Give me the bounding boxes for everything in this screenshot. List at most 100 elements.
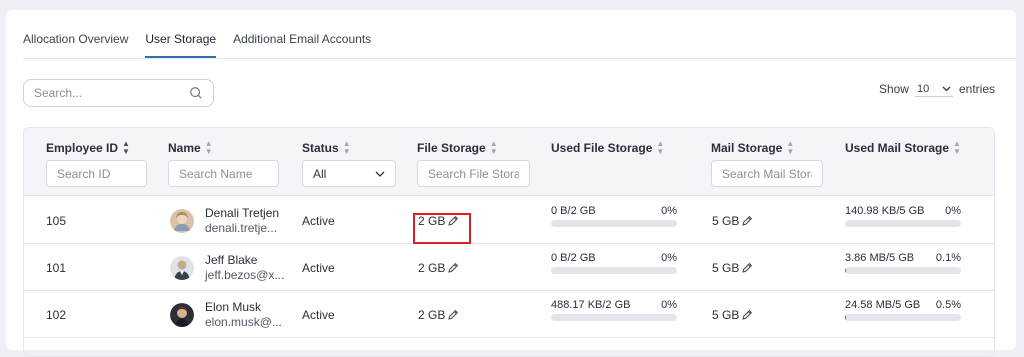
employee-name: Elon Musk (205, 300, 282, 315)
used-mail-value: 140.98 KB/5 GB (845, 205, 925, 217)
filter-file-storage-input[interactable] (428, 167, 519, 181)
filter-id-input[interactable] (57, 167, 136, 181)
col-used-file-storage[interactable]: Used File Storage ▲▼ (551, 140, 664, 156)
tab-allocation-overview[interactable]: Allocation Overview (23, 32, 128, 58)
status: Active (302, 197, 335, 244)
employee-email: denali.tretje... (205, 221, 279, 236)
used-file-value: 0 B/2 GB (551, 205, 596, 217)
pencil-icon[interactable] (447, 309, 459, 321)
sort-icon[interactable]: ▲▼ (122, 140, 130, 156)
pencil-icon[interactable] (741, 215, 753, 227)
highlight-box (413, 213, 471, 244)
mail-storage-cell: 5 GB (712, 291, 753, 338)
sort-icon[interactable]: ▲▼ (656, 140, 664, 156)
avatar (170, 303, 194, 327)
employee-id: 105 (46, 197, 66, 244)
status: Active (302, 291, 335, 338)
table-row[interactable]: 105 Denali Tretjen denali.tretje... Acti… (24, 197, 994, 244)
progress-bar (845, 267, 961, 274)
pencil-icon[interactable] (741, 309, 753, 321)
used-file-value: 488.17 KB/2 GB (551, 299, 631, 311)
col-used-mail-storage[interactable]: Used Mail Storage ▲▼ (845, 140, 961, 156)
progress-bar (845, 314, 961, 321)
filter-name-input[interactable] (179, 167, 268, 181)
col-name[interactable]: Name ▲▼ (168, 140, 213, 156)
used-mail-storage: 24.58 MB/5 GB0.5% (845, 299, 961, 321)
filter-id (46, 160, 147, 187)
filter-name (168, 160, 279, 187)
sort-icon[interactable]: ▲▼ (953, 140, 961, 156)
mail-storage-value: 5 GB (712, 261, 739, 275)
show-entries: Show 10 entries (879, 81, 995, 97)
progress-bar (551, 220, 677, 227)
employee-id: 102 (46, 291, 66, 338)
mail-storage-value: 5 GB (712, 214, 739, 228)
used-file-storage: 0 B/2 GB 0% (551, 252, 677, 274)
file-storage-value: 2 GB (418, 261, 445, 275)
used-mail-storage: 140.98 KB/5 GB0% (845, 205, 961, 227)
filter-mail-storage (711, 160, 823, 187)
col-name-label: Name (168, 141, 201, 155)
entries-select[interactable]: 10 (915, 81, 953, 97)
used-mail-storage: 3.86 MB/5 GB0.1% (845, 252, 961, 274)
col-status[interactable]: Status ▲▼ (302, 140, 351, 156)
search-box (23, 79, 214, 107)
filter-mail-storage-input[interactable] (722, 167, 812, 181)
sort-icon[interactable]: ▲▼ (490, 140, 498, 156)
col-employee-id[interactable]: Employee ID ▲▼ (46, 140, 130, 156)
employee-name: Jeff Blake (205, 253, 284, 268)
pencil-icon[interactable] (447, 262, 459, 274)
search-icon[interactable] (189, 86, 203, 100)
sort-icon[interactable]: ▲▼ (343, 140, 351, 156)
filter-file-storage (417, 160, 530, 187)
status: Active (302, 244, 335, 291)
col-mail-storage-label: Mail Storage (711, 141, 782, 155)
entries-value: 10 (917, 83, 929, 95)
used-file-value: 0 B/2 GB (551, 252, 596, 264)
employee-email: elon.musk@... (205, 315, 282, 330)
filter-status-select[interactable]: All (302, 160, 396, 187)
col-status-label: Status (302, 141, 339, 155)
mail-storage-cell: 5 GB (712, 244, 753, 291)
avatar (170, 209, 194, 233)
name-cell: Denali Tretjen denali.tretje... (170, 197, 279, 244)
tab-user-storage[interactable]: User Storage (145, 32, 216, 58)
table-row[interactable]: 101 Jeff Blake jeff.bezos@x... Active 2 … (24, 244, 994, 291)
used-mail-percent: 0.5% (936, 299, 961, 311)
file-storage-value: 2 GB (418, 308, 445, 322)
progress-bar (551, 314, 677, 321)
search-input[interactable] (34, 86, 189, 100)
storage-table: Employee ID ▲▼ Name ▲▼ Status ▲▼ File St… (23, 127, 995, 357)
employee-email: jeff.bezos@x... (205, 268, 284, 283)
avatar (170, 256, 194, 280)
name-cell: Elon Musk elon.musk@... (170, 291, 282, 338)
progress-bar (551, 267, 677, 274)
filter-status-value: All (313, 167, 326, 181)
progress-bar (845, 220, 961, 227)
used-file-percent: 0% (661, 252, 677, 264)
sort-icon[interactable]: ▲▼ (205, 140, 213, 156)
table-header: Employee ID ▲▼ Name ▲▼ Status ▲▼ File St… (24, 128, 994, 196)
used-mail-value: 3.86 MB/5 GB (845, 252, 914, 264)
used-file-percent: 0% (661, 299, 677, 311)
used-file-percent: 0% (661, 205, 677, 217)
tab-bar: Allocation Overview User Storage Additio… (23, 32, 388, 58)
progress-fill (845, 314, 846, 321)
used-file-storage: 0 B/2 GB 0% (551, 205, 677, 227)
tab-additional-email-accounts[interactable]: Additional Email Accounts (233, 32, 371, 58)
pencil-icon[interactable] (741, 262, 753, 274)
storage-card: Allocation Overview User Storage Additio… (6, 10, 1016, 350)
used-file-storage: 488.17 KB/2 GB 0% (551, 299, 677, 321)
col-file-storage[interactable]: File Storage ▲▼ (417, 140, 498, 156)
col-mail-storage[interactable]: Mail Storage ▲▼ (711, 140, 794, 156)
file-storage-cell: 2 GB (418, 244, 459, 291)
mail-storage-cell: 5 GB (712, 197, 753, 244)
employee-name: Denali Tretjen (205, 206, 279, 221)
tab-divider (23, 58, 1016, 59)
sort-icon[interactable]: ▲▼ (786, 140, 794, 156)
show-label: Show (879, 82, 909, 96)
file-storage-cell: 2 GB (418, 291, 459, 338)
col-file-storage-label: File Storage (417, 141, 486, 155)
table-row[interactable]: 102 Elon Musk elon.musk@... Active 2 GB (24, 291, 994, 338)
name-cell: Jeff Blake jeff.bezos@x... (170, 244, 284, 291)
